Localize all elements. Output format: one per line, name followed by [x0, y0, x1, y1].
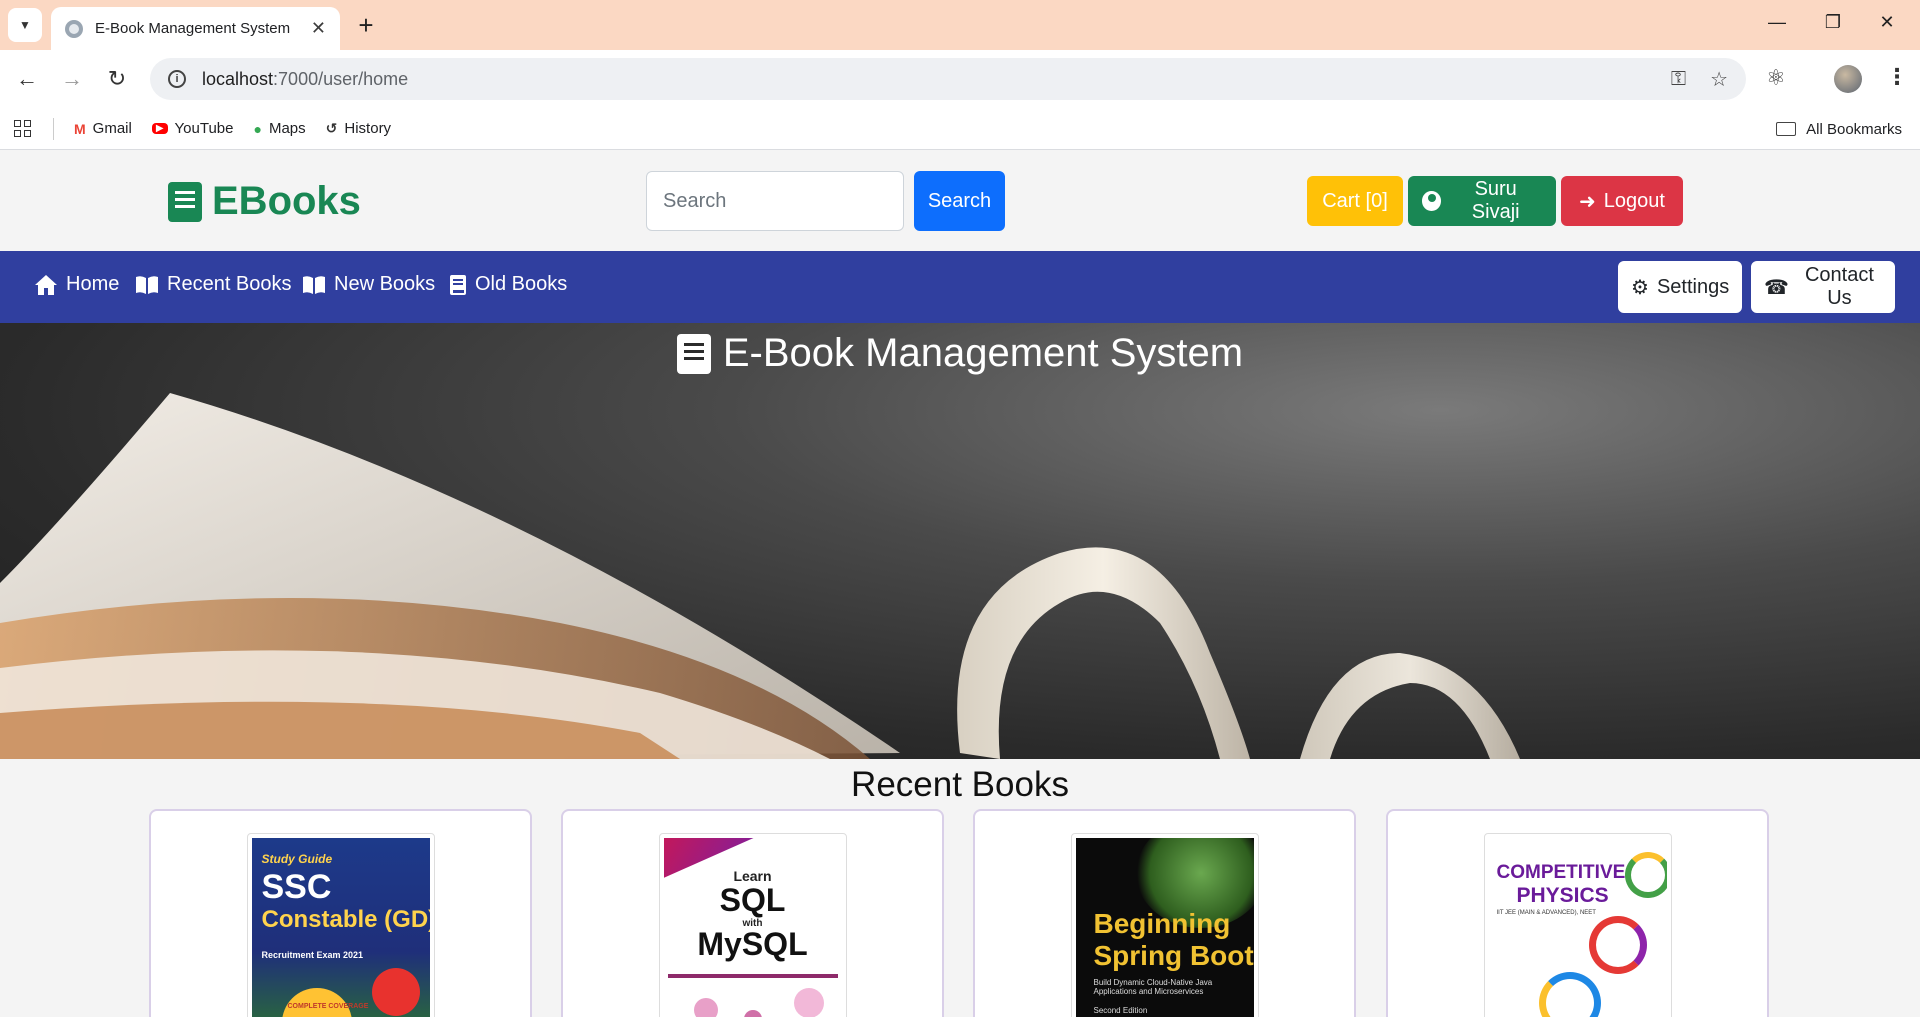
reload-icon: ↻ — [107, 66, 127, 91]
book-card[interactable]: Learn SQL with MySQL — [561, 809, 944, 1017]
nav-old-books[interactable]: Old Books — [449, 273, 567, 296]
hero-title: E-Book Management System — [0, 323, 1920, 376]
cart-button[interactable]: Cart [0] — [1307, 176, 1403, 226]
maps-icon: ● — [253, 120, 262, 137]
bookmark-star-icon[interactable]: ☆ — [1710, 67, 1728, 92]
back-button[interactable]: ← — [11, 63, 43, 95]
reload-button[interactable]: ↻ — [101, 63, 133, 95]
folder-icon — [1776, 122, 1797, 136]
book-open-icon — [303, 275, 325, 294]
settings-button[interactable]: ⚙ Settings — [1618, 261, 1742, 313]
restore-button[interactable]: ❐ — [1810, 12, 1856, 33]
bookmark-youtube[interactable]: ▶ YouTube — [151, 120, 234, 137]
arrow-right-icon: → — [61, 66, 83, 91]
book-open-icon — [136, 275, 158, 294]
cover-text: Spring Boot 3 — [1093, 940, 1254, 971]
book-cover[interactable]: Learn SQL with MySQL — [658, 833, 847, 1017]
logout-button[interactable]: ➜ Logout — [1561, 176, 1683, 226]
gmail-icon: M — [74, 120, 86, 137]
user-circle-icon — [1422, 191, 1442, 211]
address-bar[interactable]: i localhost:7000/user/home ⚿ ☆ — [150, 58, 1746, 100]
cover-text: Recruitment Exam 2021 — [261, 950, 364, 960]
cover-text: COMPLETE COVERAGE — [287, 1003, 369, 1010]
contact-us-button[interactable]: ☎ Contact Us — [1751, 261, 1895, 313]
extensions-icon[interactable]: ⚛ — [1766, 65, 1786, 91]
new-tab-button[interactable]: + — [352, 12, 380, 40]
profile-avatar[interactable] — [1834, 65, 1862, 93]
bookmark-history[interactable]: ↺ History — [326, 120, 391, 137]
sign-in-icon: ➜ — [1579, 190, 1596, 213]
book-cover[interactable]: Study Guide SSC Constable (GD) Recruitme… — [246, 833, 435, 1017]
recent-books-heading: Recent Books — [851, 765, 1069, 804]
nav-new-books[interactable]: New Books — [302, 273, 435, 296]
cover-text: Constable (GD) — [261, 906, 430, 933]
home-icon — [35, 274, 57, 295]
cover-text: PHYSICS — [1516, 884, 1609, 907]
search-input[interactable] — [646, 171, 904, 231]
cover-text: Study Guide — [261, 852, 333, 866]
close-tab-icon[interactable]: ✕ — [311, 18, 326, 39]
cover-text: SSC — [261, 868, 332, 906]
arrow-left-icon: ← — [16, 66, 38, 91]
bookmarks-divider — [53, 117, 54, 140]
open-book-photo — [0, 393, 1520, 759]
cogs-icon: ⚙ — [1631, 276, 1649, 299]
web-page: EBooks Search Cart [0] Suru Sivaji ➜ Log… — [0, 151, 1920, 1017]
book-card[interactable]: Study Guide SSC Constable (GD) Recruitme… — [149, 809, 532, 1017]
tab-search-button[interactable]: ▼ — [8, 8, 42, 42]
cover-text: Build Dynamic Cloud-Native Java Applicat… — [1093, 978, 1213, 996]
book-icon — [168, 181, 202, 222]
phone-icon: ☎ — [1764, 276, 1789, 299]
book-cover[interactable]: COMPETITIVE PHYSICS IIT JEE (MAIN & ADVA… — [1483, 833, 1672, 1017]
chevron-down-icon: ▼ — [19, 18, 31, 32]
globe-icon — [65, 19, 83, 38]
book-card[interactable]: Beginning Spring Boot 3 Build Dynamic Cl… — [973, 809, 1356, 1017]
site-logo[interactable]: EBooks — [168, 179, 361, 224]
book-icon — [676, 333, 711, 374]
site-header: EBooks Search Cart [0] Suru Sivaji ➜ Log… — [0, 151, 1920, 251]
close-window-button[interactable]: ✕ — [1864, 12, 1910, 33]
book-card[interactable]: COMPETITIVE PHYSICS IIT JEE (MAIN & ADVA… — [1386, 809, 1769, 1017]
site-info-icon[interactable]: i — [168, 70, 186, 88]
menu-kebab-icon[interactable]: ⋮ — [1886, 64, 1908, 90]
nav-recent-books[interactable]: Recent Books — [135, 273, 292, 296]
book-icon — [450, 274, 466, 295]
cover-text: SQL — [719, 882, 786, 918]
user-profile-button[interactable]: Suru Sivaji — [1408, 176, 1556, 226]
browser-tab[interactable]: E-Book Management System ✕ — [51, 7, 340, 50]
hero-banner: E-Book Management System — [0, 323, 1920, 759]
book-cover[interactable]: Beginning Spring Boot 3 Build Dynamic Cl… — [1070, 833, 1259, 1017]
cover-text: MySQL — [697, 926, 808, 962]
main-navbar: Home Recent Books New Books Old Books ⚙ … — [0, 251, 1920, 323]
browser-toolbar: ← → ↻ i localhost:7000/user/home ⚿ ☆ ⚛ ⋮ — [0, 50, 1920, 108]
cover-text: Beginning — [1093, 908, 1231, 939]
browser-tabstrip: ▼ E-Book Management System ✕ + — ❐ ✕ — [0, 0, 1920, 50]
forward-button[interactable]: → — [56, 63, 88, 95]
password-key-icon[interactable]: ⚿ — [1671, 68, 1686, 91]
tab-title: E-Book Management System — [95, 20, 291, 37]
search-button[interactable]: Search — [914, 171, 1005, 231]
history-icon: ↺ — [325, 120, 338, 136]
apps-grid-icon[interactable] — [14, 120, 31, 137]
url-text[interactable]: localhost:7000/user/home — [202, 69, 1647, 90]
nav-home[interactable]: Home — [34, 273, 119, 296]
bookmark-gmail[interactable]: M Gmail — [74, 120, 132, 137]
bookmark-maps[interactable]: ● Maps — [254, 120, 306, 137]
cover-text: Second Edition — [1093, 1006, 1148, 1015]
cover-text: COMPETITIVE — [1496, 862, 1626, 883]
youtube-icon: ▶ — [151, 123, 168, 134]
cover-text: IIT JEE (MAIN & ADVANCED), NEET — [1496, 910, 1596, 916]
bookmarks-bar: M Gmail ▶ YouTube ● Maps ↺ History All B… — [0, 108, 1920, 150]
minimize-button[interactable]: — — [1754, 12, 1800, 33]
all-bookmarks[interactable]: All Bookmarks — [1776, 108, 1902, 150]
